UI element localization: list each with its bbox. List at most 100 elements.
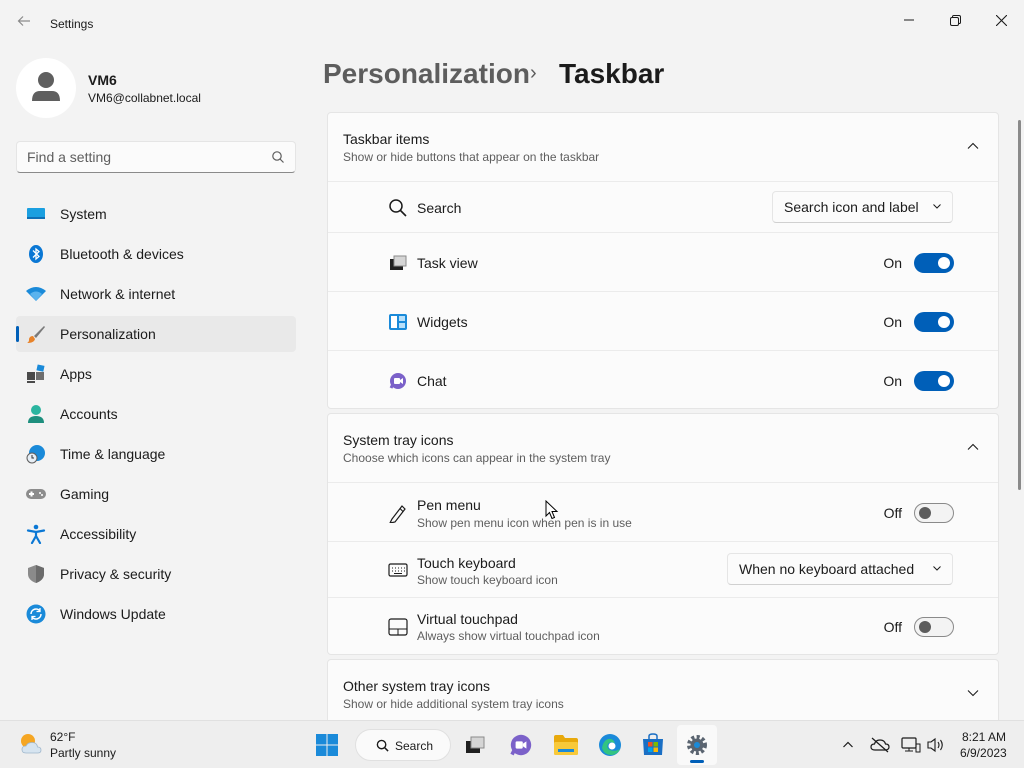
toggle-state: On <box>883 373 902 389</box>
widgets-icon <box>389 314 407 330</box>
wifi-icon <box>26 287 46 301</box>
widgets-row: Widgets On <box>328 291 998 350</box>
gear-icon <box>687 735 707 755</box>
restore-icon <box>949 14 961 26</box>
sidebar-item-accounts[interactable]: Accounts <box>16 396 296 432</box>
back-button[interactable] <box>12 12 36 36</box>
minimize-button[interactable] <box>886 4 932 36</box>
chevron-down-icon[interactable] <box>966 686 980 700</box>
row-label: Touch keyboard <box>417 555 516 571</box>
task-view-icon <box>466 736 485 753</box>
chevron-down-icon <box>933 204 941 209</box>
app-title: Settings <box>50 17 94 31</box>
chevron-up-icon[interactable] <box>966 440 980 454</box>
chat-icon <box>510 734 532 756</box>
account-icon <box>28 405 44 423</box>
start-button[interactable] <box>307 725 347 765</box>
sidebar-item-accessibility[interactable]: Accessibility <box>16 516 296 552</box>
gamepad-icon <box>26 489 46 499</box>
dropdown-value: When no keyboard attached <box>739 561 915 577</box>
store-icon <box>643 733 663 755</box>
taskbar-items-header[interactable]: Taskbar items Show or hide buttons that … <box>328 113 998 181</box>
card-title: Other system tray icons <box>343 678 491 694</box>
taskbar-items-card: Taskbar items Show or hide buttons that … <box>327 112 999 409</box>
virtual-touchpad-toggle[interactable] <box>914 617 954 637</box>
onedrive-tray-button[interactable] <box>868 733 892 757</box>
virtual-touchpad-row: Virtual touchpad Always show virtual tou… <box>328 597 998 654</box>
minimize-icon <box>904 19 914 21</box>
apps-icon <box>27 364 45 383</box>
cloud-offline-icon <box>870 737 890 753</box>
row-label: Virtual touchpad <box>417 611 518 627</box>
task-view-button[interactable] <box>455 725 495 765</box>
pen-menu-toggle[interactable] <box>914 503 954 523</box>
sidebar-item-label: Time & language <box>60 446 166 462</box>
sidebar-item-label: Accessibility <box>60 526 137 542</box>
row-sub: Always show virtual touchpad icon <box>417 629 600 643</box>
paintbrush-icon <box>27 326 45 343</box>
other-tray-header[interactable]: Other system tray icons Show or hide add… <box>328 660 998 720</box>
chat-toggle[interactable] <box>914 371 954 391</box>
close-icon <box>995 14 1007 26</box>
row-label: Chat <box>417 373 447 389</box>
task-view-toggle[interactable] <box>914 253 954 273</box>
weather-temperature: 62°F <box>50 730 76 744</box>
bluetooth-icon <box>29 245 43 263</box>
sidebar-item-personalization[interactable]: Personalization <box>16 316 296 352</box>
system-tray-header[interactable]: System tray icons Choose which icons can… <box>328 414 998 482</box>
other-tray-card: Other system tray icons Show or hide add… <box>327 659 999 720</box>
user-name: VM6 <box>88 72 117 88</box>
card-desc: Choose which icons can appear in the sys… <box>343 451 611 465</box>
sidebar-item-label: Gaming <box>60 486 110 502</box>
chat-taskbar-button[interactable] <box>501 725 541 765</box>
sidebar-item-gaming[interactable]: Gaming <box>16 476 296 512</box>
sidebar-item-label: Apps <box>60 366 92 382</box>
sidebar-item-apps[interactable]: Apps <box>16 356 296 392</box>
weather-description: Partly sunny <box>50 746 117 760</box>
edge-button[interactable] <box>590 725 630 765</box>
sidebar-item-time-language[interactable]: Time & language <box>16 436 296 472</box>
chevron-up-icon[interactable] <box>966 139 980 153</box>
touch-keyboard-dropdown[interactable]: When no keyboard attached <box>727 553 953 585</box>
search-icon[interactable] <box>271 150 285 169</box>
find-setting-box[interactable] <box>16 141 296 173</box>
row-label: Search <box>417 200 462 216</box>
card-desc: Show or hide buttons that appear on the … <box>343 150 600 164</box>
close-button[interactable] <box>978 4 1024 36</box>
touch-keyboard-row: Touch keyboard Show touch keyboard icon … <box>328 541 998 597</box>
sidebar-item-privacy-security[interactable]: Privacy & security <box>16 556 296 592</box>
user-email: VM6@collabnet.local <box>88 91 201 105</box>
widgets-toggle[interactable] <box>914 312 954 332</box>
breadcrumb-parent[interactable]: Personalization <box>323 58 530 90</box>
file-explorer-button[interactable] <box>546 725 586 765</box>
settings-taskbar-button[interactable] <box>677 725 717 765</box>
back-arrow-icon <box>17 16 30 26</box>
clock-time[interactable]: 8:21 AM <box>962 730 1006 744</box>
find-setting-input[interactable] <box>27 149 267 165</box>
pen-menu-row: Pen menu Show pen menu icon when pen is … <box>328 482 998 541</box>
partly-sunny-icon <box>21 734 42 754</box>
search-icon <box>376 739 389 752</box>
scrollbar[interactable] <box>1018 120 1021 490</box>
toggle-state: Off <box>883 619 902 635</box>
taskbar-search-button[interactable]: Search <box>355 729 451 761</box>
volume-tray-button[interactable] <box>924 733 948 757</box>
sidebar-item-label: System <box>60 206 107 222</box>
maximize-button[interactable] <box>932 4 978 36</box>
keyboard-icon <box>388 563 408 577</box>
show-hidden-icons-button[interactable] <box>836 733 860 757</box>
search-mode-dropdown[interactable]: Search icon and label <box>772 191 953 223</box>
sidebar-item-system[interactable]: System <box>16 196 296 232</box>
sidebar-item-label: Privacy & security <box>60 566 172 582</box>
chevron-up-icon <box>843 741 853 748</box>
avatar[interactable] <box>16 58 76 118</box>
chat-icon <box>389 373 406 389</box>
sidebar-item-windows-update[interactable]: Windows Update <box>16 596 296 632</box>
network-tray-button[interactable] <box>899 733 923 757</box>
chevron-down-icon <box>933 566 941 571</box>
sidebar-item-label: Bluetooth & devices <box>60 246 184 262</box>
sidebar-item-bluetooth[interactable]: Bluetooth & devices <box>16 236 296 272</box>
store-button[interactable] <box>633 725 673 765</box>
sidebar-item-network[interactable]: Network & internet <box>16 276 296 312</box>
clock-date[interactable]: 6/9/2023 <box>960 746 1007 760</box>
